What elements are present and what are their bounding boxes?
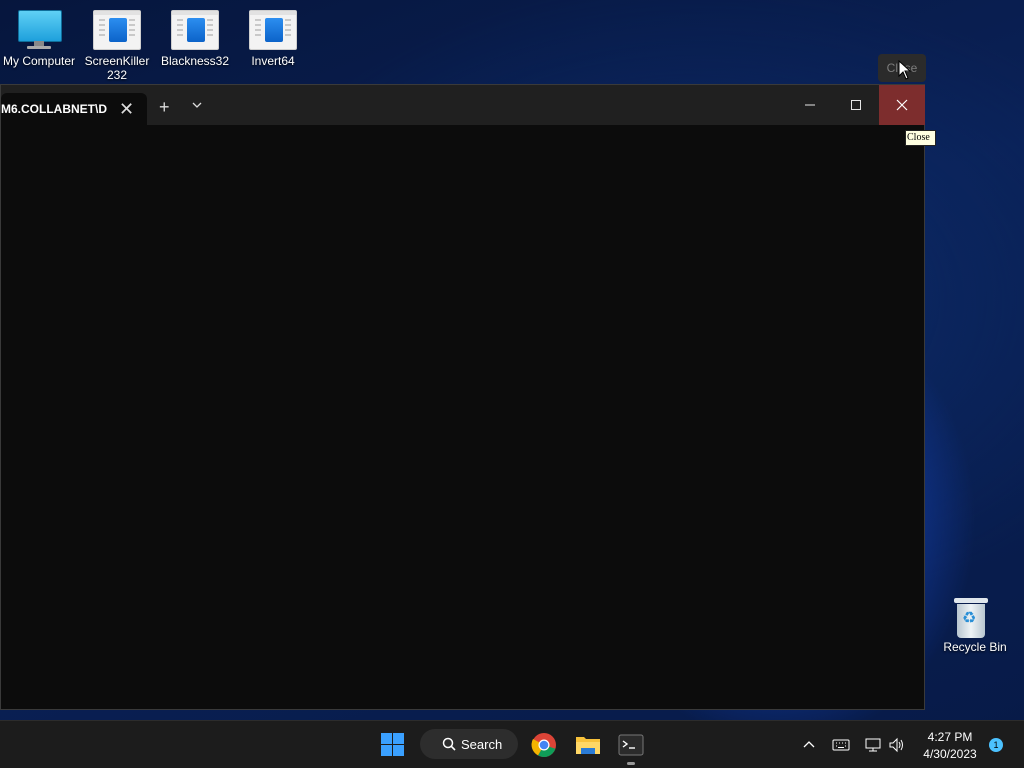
close-button[interactable] <box>879 85 925 125</box>
keyboard-icon <box>832 739 850 751</box>
start-button[interactable] <box>380 721 406 768</box>
taskbar-search-button[interactable]: Search <box>420 729 518 759</box>
clock[interactable]: 4:27 PM 4/30/2023 <box>912 721 988 768</box>
mouse-cursor-icon <box>898 60 912 80</box>
terminal-content[interactable] <box>1 125 924 709</box>
network-button[interactable] <box>864 721 882 768</box>
recycle-bin-icon: ♻ <box>951 596 999 638</box>
volume-button[interactable] <box>888 721 906 768</box>
terminal-icon <box>618 734 644 756</box>
terminal-window[interactable]: M6.COLLABNET\De ✕ + <box>0 84 925 710</box>
network-icon <box>865 738 881 752</box>
desktop-icon-label: Recycle Bin <box>943 640 1007 654</box>
desktop-icon-label: My Computer <box>2 54 76 68</box>
taskbar-chrome[interactable] <box>531 721 557 768</box>
desktop-icon-label: Blackness32 <box>160 54 230 68</box>
app-icon <box>249 10 297 50</box>
app-icon <box>171 10 219 50</box>
tab-title: M6.COLLABNET\De <box>1 102 107 116</box>
folder-icon <box>576 737 600 754</box>
chevron-down-icon <box>192 102 202 108</box>
desktop-icon-screenkiller[interactable]: ScreenKiller232 <box>78 10 156 82</box>
maximize-button[interactable] <box>833 85 879 125</box>
notification-badge[interactable]: 1 <box>989 738 1003 752</box>
desktop-icon-my-computer[interactable]: My Computer <box>0 10 78 68</box>
clock-date: 4/30/2023 <box>923 747 977 761</box>
desktop-icon-invert64[interactable]: Invert64 <box>234 10 312 68</box>
minimize-icon <box>805 104 815 106</box>
search-icon <box>442 737 456 751</box>
new-tab-button[interactable]: + <box>159 97 170 118</box>
desktop-icon-label: Invert64 <box>251 54 295 68</box>
close-tooltip-classic: Close <box>905 130 936 146</box>
volume-icon <box>889 737 903 753</box>
terminal-tab[interactable]: M6.COLLABNET\De ✕ <box>1 93 147 125</box>
close-icon <box>896 99 908 111</box>
show-hidden-icons-button[interactable] <box>802 721 816 768</box>
keyboard-button[interactable] <box>832 721 850 768</box>
running-indicator <box>627 762 635 765</box>
search-label: Search <box>461 737 503 752</box>
taskbar-terminal[interactable] <box>618 721 644 768</box>
desktop-icon-recycle-bin[interactable]: ♻ Recycle Bin <box>936 596 1014 654</box>
title-bar[interactable]: M6.COLLABNET\De ✕ + <box>1 85 925 125</box>
app-icon <box>93 10 141 50</box>
chevron-up-icon <box>803 741 815 748</box>
monitor-icon <box>15 10 63 50</box>
chrome-icon <box>531 733 556 757</box>
tab-dropdown-button[interactable] <box>190 98 204 112</box>
desktop-icon-label: ScreenKiller232 <box>84 54 150 82</box>
tab-close-button[interactable]: ✕ <box>119 99 134 120</box>
clock-time: 4:27 PM <box>927 730 973 744</box>
maximize-icon <box>851 100 861 110</box>
minimize-button[interactable] <box>787 85 833 125</box>
taskbar-file-explorer[interactable] <box>575 721 601 768</box>
desktop-icon-blackness[interactable]: Blackness32 <box>156 10 234 68</box>
taskbar: Search 4:27 PM 4/30/2023 1 <box>0 720 1024 768</box>
